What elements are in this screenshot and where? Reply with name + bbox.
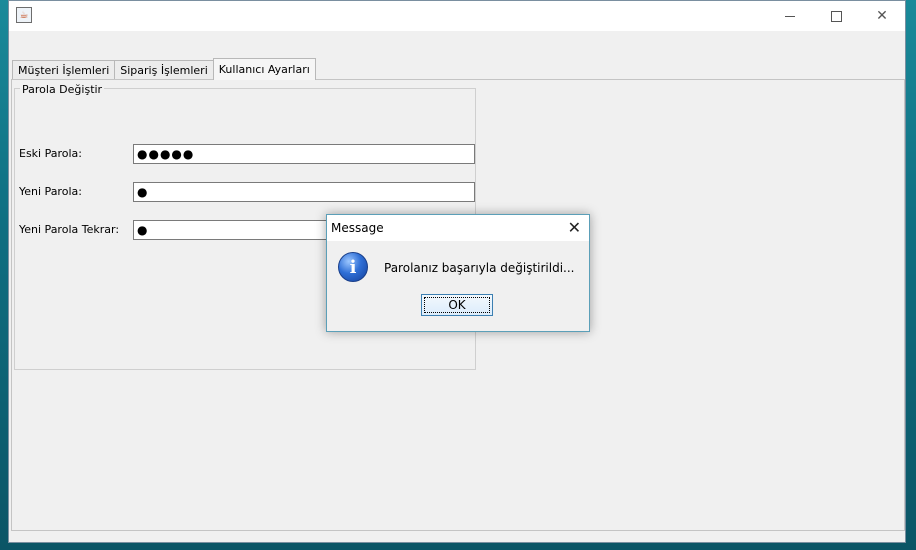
window-titlebar: ☕ ✕ [9,1,905,31]
maximize-icon [830,10,842,22]
tab-musteri-islemleri[interactable]: Müşteri İşlemleri [12,60,116,80]
new-password-field[interactable]: ● [133,182,475,202]
tab-bar: Müşteri İşlemleri Sipariş İşlemleri Kull… [12,58,316,80]
message-dialog: Message ✕ i Parolanız başarıyla değiştir… [326,214,590,332]
close-button[interactable]: ✕ [859,1,905,31]
tab-siparis-islemleri[interactable]: Sipariş İşlemleri [114,60,214,80]
dialog-message: Parolanız başarıyla değiştirildi... [384,261,575,275]
focus-ring [424,297,490,313]
close-icon: ✕ [876,8,888,24]
ok-button[interactable]: OK [421,294,493,316]
dialog-close-icon[interactable]: ✕ [568,218,581,237]
confirm-password-label: Yeni Parola Tekrar: [19,223,120,236]
tab-kullanici-ayarlari[interactable]: Kullanıcı Ayarları [212,58,316,80]
minimize-icon [785,15,795,17]
java-icon: ☕ [16,7,32,23]
dialog-titlebar: Message ✕ [327,215,589,241]
old-password-label: Eski Parola: [19,147,82,160]
new-password-label: Yeni Parola: [19,185,82,198]
maximize-button[interactable] [813,1,859,31]
group-title: Parola Değiştir [20,83,105,96]
info-icon: i [338,252,368,282]
dialog-title: Message [331,221,384,235]
old-password-field[interactable]: ●●●●● [133,144,475,164]
minimize-button[interactable] [767,1,813,31]
